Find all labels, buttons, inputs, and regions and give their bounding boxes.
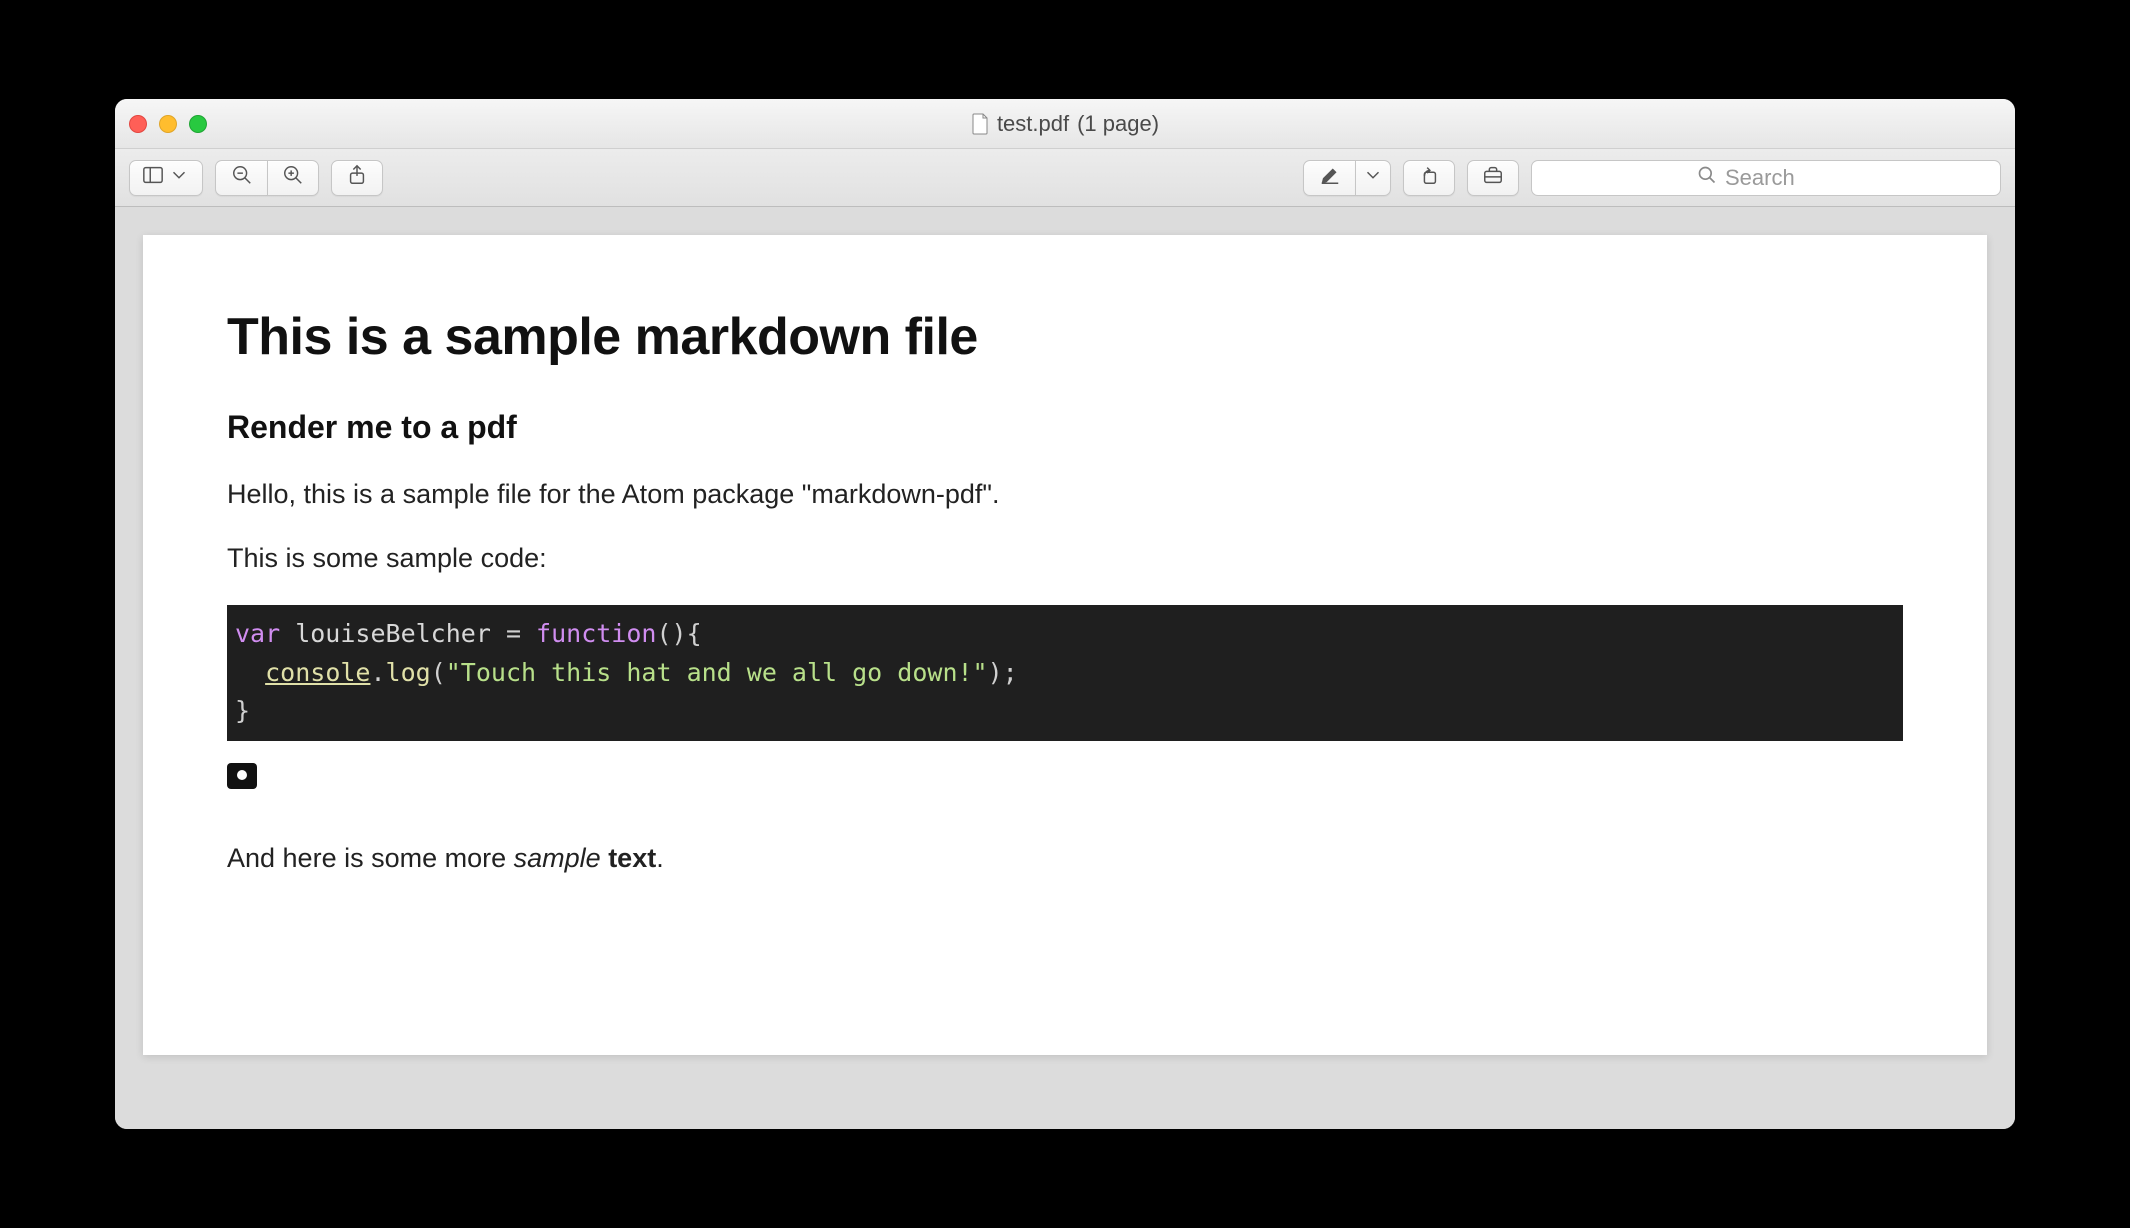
minimize-button[interactable]	[159, 115, 177, 133]
chevron-down-icon	[1362, 164, 1384, 191]
code-token: =	[506, 619, 536, 648]
rotate-left-icon	[1418, 164, 1440, 191]
pdf-page: This is a sample markdown file Render me…	[143, 235, 1987, 1055]
italic-text: sample	[514, 843, 601, 873]
doc-paragraph-1: Hello, this is a sample file for the Ato…	[227, 476, 1903, 512]
share-icon	[346, 164, 368, 191]
code-token: louiseBelcher	[280, 619, 506, 648]
markup-toolbox-button[interactable]	[1467, 160, 1519, 196]
chevron-down-icon	[168, 164, 190, 191]
close-button[interactable]	[129, 115, 147, 133]
bold-text: text	[608, 843, 656, 873]
document-viewport[interactable]: This is a sample markdown file Render me…	[115, 207, 2015, 1129]
code-token: console	[265, 658, 370, 687]
code-token	[235, 658, 265, 687]
code-token: log	[386, 658, 431, 687]
code-token: (){	[656, 619, 701, 648]
code-token: "Touch this hat and we all go down!"	[446, 658, 988, 687]
camera-icon	[227, 763, 257, 789]
markup-button[interactable]	[1303, 160, 1355, 196]
rotate-button[interactable]	[1403, 160, 1455, 196]
document-proxy-icon	[971, 113, 989, 135]
text-span: .	[656, 843, 664, 873]
search-field[interactable]	[1531, 160, 2001, 196]
view-sidebar-button[interactable]	[129, 160, 203, 196]
toolbar	[115, 149, 2015, 207]
zoom-group	[215, 160, 319, 196]
markup-dropdown-button[interactable]	[1355, 160, 1391, 196]
code-token: );	[988, 658, 1018, 687]
doc-heading-1: This is a sample markdown file	[227, 307, 1903, 367]
code-block: var louiseBelcher = function(){ console.…	[227, 605, 1903, 741]
code-token: }	[235, 696, 250, 725]
markup-pen-icon	[1319, 164, 1341, 191]
code-token: var	[235, 619, 280, 648]
share-button[interactable]	[331, 160, 383, 196]
markup-group	[1303, 160, 1391, 196]
search-input[interactable]	[1725, 165, 1835, 191]
text-span: And here is some more	[227, 843, 514, 873]
code-token: function	[536, 619, 656, 648]
zoom-out-button[interactable]	[215, 160, 267, 196]
window-title: test.pdf (1 page)	[115, 111, 2015, 137]
search-icon	[1697, 165, 1717, 191]
traffic-lights	[129, 115, 207, 133]
titlebar: test.pdf (1 page)	[115, 99, 2015, 149]
toolbox-icon	[1482, 164, 1504, 191]
zoom-in-button[interactable]	[267, 160, 319, 196]
code-token: (	[431, 658, 446, 687]
window-title-filename: test.pdf	[997, 111, 1069, 137]
window-title-pagecount: (1 page)	[1077, 111, 1159, 137]
zoom-out-icon	[231, 164, 253, 191]
doc-heading-2: Render me to a pdf	[227, 409, 1903, 446]
zoom-in-icon	[282, 164, 304, 191]
doc-paragraph-2: This is some sample code:	[227, 540, 1903, 576]
sidebar-toggle-icon	[142, 164, 164, 191]
preview-window: test.pdf (1 page)	[115, 99, 2015, 1129]
zoom-button[interactable]	[189, 115, 207, 133]
doc-paragraph-3: And here is some more sample text.	[227, 840, 1903, 876]
code-token: .	[370, 658, 385, 687]
